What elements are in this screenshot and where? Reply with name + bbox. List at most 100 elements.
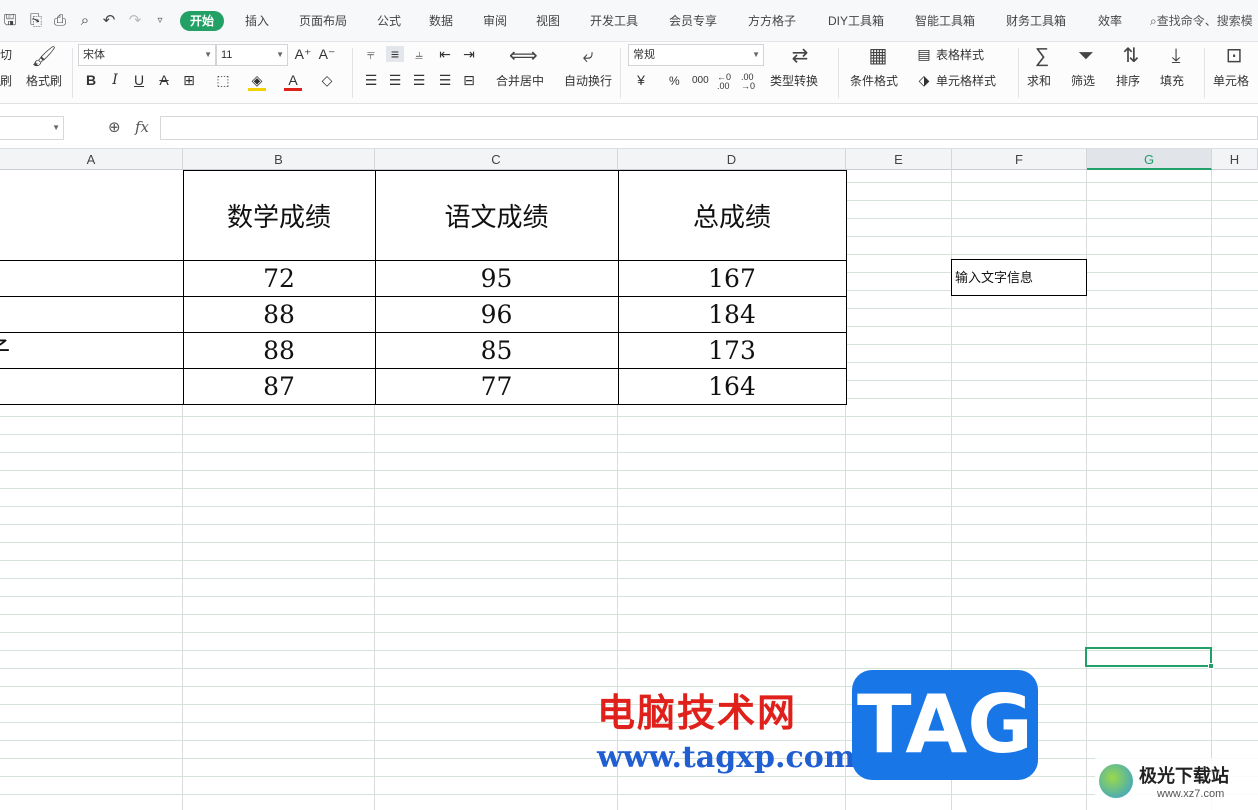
cell-chinese[interactable]: 95	[374, 260, 619, 297]
cell-chinese[interactable]: 85	[374, 332, 619, 369]
wrap-text-icon[interactable]: ⤶	[574, 45, 602, 67]
column-header-f[interactable]: F	[952, 149, 1087, 170]
brush-left-label[interactable]: 刷	[0, 73, 12, 89]
column-header-a[interactable]: A	[0, 149, 183, 170]
sum-icon[interactable]: ∑	[1028, 45, 1056, 67]
number-format-select[interactable]: 常规 ▼	[628, 44, 764, 66]
header-total[interactable]: 总成绩	[617, 170, 847, 261]
header-math[interactable]: 数学成绩	[182, 170, 376, 261]
fill-handle[interactable]	[1208, 663, 1214, 669]
type-convert-icon[interactable]: ⇄	[786, 45, 814, 67]
fx-icon[interactable]: fx	[135, 118, 149, 136]
tab-ffgz[interactable]: 方方格子	[748, 12, 796, 30]
align-right-icon[interactable]: ☰	[410, 72, 428, 88]
format-painter-icon[interactable]: 🖌	[30, 46, 58, 68]
border-icon[interactable]: ⊞	[180, 72, 198, 88]
formula-input[interactable]	[160, 116, 1258, 140]
tab-efficiency[interactable]: 效率	[1098, 12, 1122, 30]
tab-smart-toolbox[interactable]: 智能工具箱	[915, 12, 975, 30]
tab-data[interactable]: 数据	[429, 12, 453, 30]
cell-math[interactable]: 72	[182, 260, 376, 297]
cell-a[interactable]	[0, 368, 184, 405]
align-left-icon[interactable]: ☰	[362, 72, 380, 88]
cell-a[interactable]	[0, 260, 184, 297]
merge-center-label[interactable]: 合并居中	[496, 73, 544, 89]
preview-icon[interactable]: ⌕	[75, 11, 95, 31]
cell-chinese[interactable]: 96	[374, 296, 619, 333]
currency-icon[interactable]: ¥	[632, 72, 650, 88]
tab-home[interactable]: 开始	[180, 11, 225, 31]
header-cell-a[interactable]	[0, 170, 184, 261]
percent-button[interactable]: %	[669, 73, 680, 89]
table-style-icon[interactable]: ▤	[915, 46, 933, 62]
align-middle-icon[interactable]: ≡	[386, 46, 404, 62]
sum-label[interactable]: 求和	[1027, 73, 1051, 89]
sort-icon[interactable]: ⇅	[1117, 45, 1145, 67]
tab-view[interactable]: 视图	[536, 12, 560, 30]
fill-color-icon[interactable]: ◈	[248, 72, 266, 91]
indent-increase-icon[interactable]: ⇥	[460, 46, 478, 62]
cell-a[interactable]	[0, 296, 184, 333]
tab-developer[interactable]: 开发工具	[590, 12, 638, 30]
justify-icon[interactable]: ☰	[436, 72, 454, 88]
column-header-e[interactable]: E	[846, 149, 952, 170]
column-header-c[interactable]: C	[375, 149, 618, 170]
cell-chinese[interactable]: 77	[374, 368, 619, 405]
tab-insert[interactable]: 插入	[245, 12, 269, 30]
fill-label[interactable]: 填充	[1160, 73, 1184, 89]
font-color-icon[interactable]: A	[284, 72, 302, 91]
cell-math[interactable]: 87	[182, 368, 376, 405]
distributed-icon[interactable]: ⊟	[460, 72, 478, 88]
tab-formula[interactable]: 公式	[377, 12, 401, 30]
zoom-icon[interactable]: ⊕	[108, 118, 121, 136]
cell-icon[interactable]: ⊡	[1220, 45, 1248, 67]
redo-icon[interactable]: ↷	[125, 11, 145, 31]
sort-label[interactable]: 排序	[1116, 73, 1140, 89]
bold-icon[interactable]: B	[82, 72, 100, 88]
underline-icon[interactable]: U	[130, 72, 148, 88]
filter-label[interactable]: 筛选	[1071, 73, 1095, 89]
wrap-text-label[interactable]: 自动换行	[564, 73, 612, 89]
column-header-h[interactable]: H	[1212, 149, 1258, 170]
fill-icon[interactable]: ⤓	[1162, 45, 1190, 67]
print-icon[interactable]: ⎙	[50, 11, 70, 31]
cell-math[interactable]: 88	[182, 296, 376, 333]
cell-style-icon[interactable]: ⬗	[915, 72, 933, 88]
font-decrease-icon[interactable]: A⁻	[318, 46, 336, 62]
more-icon[interactable]: ▿	[150, 11, 170, 31]
tab-member[interactable]: 会员专享	[669, 12, 717, 30]
merge-center-icon[interactable]: ⟺	[509, 45, 538, 67]
tab-finance-toolbox[interactable]: 财务工具箱	[1006, 12, 1066, 30]
cell-total[interactable]: 164	[617, 368, 847, 405]
column-header-d[interactable]: D	[618, 149, 846, 170]
header-chinese[interactable]: 语文成绩	[374, 170, 619, 261]
align-center-icon[interactable]: ☰	[386, 72, 404, 88]
format-painter-label[interactable]: 格式刷	[26, 73, 62, 89]
column-header-b[interactable]: B	[183, 149, 375, 170]
filter-icon[interactable]: ⏷	[1072, 45, 1100, 67]
font-name-select[interactable]: 宋体 ▼	[78, 44, 216, 66]
align-top-icon[interactable]: ⫧	[362, 46, 380, 62]
search-command[interactable]: ⌕查找命令、搜索模	[1150, 12, 1253, 30]
cell-style-label[interactable]: 单元格样式	[936, 73, 996, 89]
text-info-cell[interactable]: 输入文字信息	[951, 259, 1087, 296]
tab-diy-toolbox[interactable]: DIY工具箱	[828, 12, 884, 30]
save-icon[interactable]: 🖫	[0, 11, 20, 31]
font-size-select[interactable]: 11 ▼	[216, 44, 288, 66]
table-style-label[interactable]: 表格样式	[936, 47, 984, 63]
conditional-format-icon[interactable]: ▦	[864, 45, 892, 67]
export-icon[interactable]: ⎘	[26, 11, 46, 31]
active-cell-selection[interactable]	[1085, 647, 1214, 669]
type-convert-label[interactable]: 类型转换	[770, 73, 818, 89]
tab-review[interactable]: 审阅	[483, 12, 507, 30]
italic-icon[interactable]: I	[106, 72, 124, 88]
strikethrough-icon[interactable]: A	[155, 72, 173, 88]
undo-icon[interactable]: ↶	[99, 11, 119, 31]
cell-label[interactable]: 单元格	[1213, 73, 1249, 89]
align-bottom-icon[interactable]: ⫨	[410, 46, 428, 62]
fill-style-icon[interactable]: ⬚	[214, 72, 232, 88]
column-header-g[interactable]: G	[1087, 149, 1212, 170]
font-increase-icon[interactable]: A⁺	[294, 46, 312, 62]
decimal-increase-button[interactable]: ←0 .00	[717, 73, 737, 91]
decimal-decrease-button[interactable]: .00 →0	[741, 73, 761, 91]
